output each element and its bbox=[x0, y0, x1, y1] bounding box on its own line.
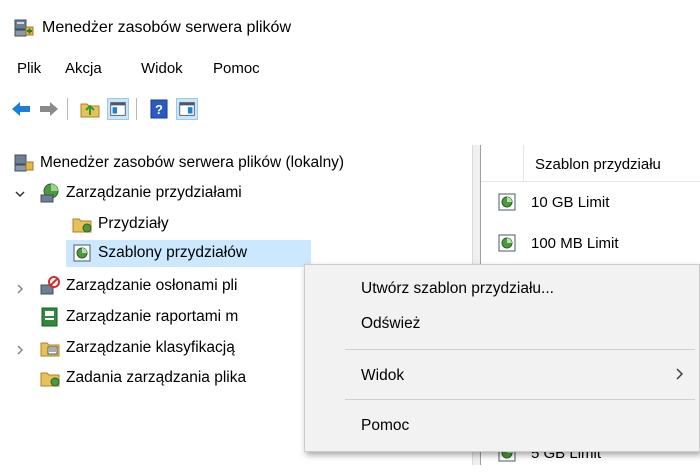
tree-item-label: Zarządzanie klasyfikacją bbox=[66, 339, 235, 356]
column-header-spacer bbox=[481, 145, 524, 181]
help-icon[interactable]: ? bbox=[148, 98, 170, 120]
context-item-label: Utwórz szablon przydziału... bbox=[361, 280, 554, 297]
menu-help[interactable]: Pomoc bbox=[213, 60, 260, 77]
chevron-right-icon[interactable] bbox=[14, 344, 26, 356]
classification-icon bbox=[40, 342, 60, 357]
tree-item-label: Zadania zarządzania plika bbox=[66, 369, 247, 386]
forward-arrow-icon[interactable] bbox=[38, 98, 60, 120]
menu-file[interactable]: Plik bbox=[17, 60, 41, 77]
list-item[interactable]: 10 GB Limit bbox=[481, 184, 700, 222]
tree-item-label: Zarządzanie przydziałami bbox=[66, 184, 242, 201]
tree-item-label: Przydziały bbox=[98, 215, 169, 232]
list-item[interactable]: 100 MB Limit bbox=[481, 225, 700, 263]
fsrm-app-icon bbox=[14, 19, 34, 37]
fsrm-server-icon bbox=[14, 154, 34, 172]
chevron-down-icon[interactable] bbox=[14, 188, 26, 200]
list-item-label: 100 MB Limit bbox=[531, 235, 619, 252]
chevron-right-icon bbox=[676, 368, 683, 380]
context-item-view[interactable]: Widok bbox=[305, 359, 700, 393]
tree-item-label: Szablony przydziałów bbox=[98, 244, 248, 261]
context-item-label: Pomoc bbox=[361, 417, 410, 434]
chevron-right-icon[interactable] bbox=[14, 283, 26, 295]
context-item-help[interactable]: Pomoc bbox=[305, 409, 700, 443]
toolbar: ? bbox=[0, 96, 700, 126]
back-arrow-icon[interactable] bbox=[10, 98, 32, 120]
context-item-label: Widok bbox=[361, 367, 405, 384]
tree-item-label: Menedżer zasobów serwera plików (lokalny… bbox=[40, 154, 345, 171]
context-item-create-quota-template[interactable]: Utwórz szablon przydziału... bbox=[305, 272, 700, 306]
context-menu: Utwórz szablon przydziału... Odśwież Wid… bbox=[304, 264, 700, 452]
show-hide-tree-icon[interactable] bbox=[107, 98, 129, 120]
column-header-label: Szablon przydziału bbox=[535, 156, 661, 173]
menu-view[interactable]: Widok bbox=[141, 60, 183, 77]
list-column-header[interactable]: Szablon przydziału bbox=[481, 145, 700, 182]
up-folder-icon[interactable] bbox=[79, 98, 101, 120]
title-bar: Menedżer zasobów serwera plików bbox=[0, 0, 700, 46]
quota-template-icon bbox=[73, 244, 91, 262]
window-title: Menedżer zasobów serwera plików bbox=[42, 19, 291, 36]
quota-folder-icon bbox=[72, 218, 92, 233]
toolbar-separator bbox=[67, 98, 68, 120]
tree-item-label: Zarządzanie osłonami pli bbox=[66, 277, 238, 294]
quota-template-icon bbox=[498, 193, 516, 211]
context-menu-separator bbox=[345, 399, 695, 400]
context-menu-separator bbox=[345, 349, 695, 350]
tree-item-label: Zarządzanie raportami m bbox=[66, 308, 239, 325]
list-item-label: 10 GB Limit bbox=[531, 194, 610, 211]
storage-reports-icon bbox=[41, 307, 58, 327]
svg-text:?: ? bbox=[155, 102, 163, 117]
file-screening-icon bbox=[40, 276, 60, 295]
context-item-label: Odśwież bbox=[361, 315, 421, 332]
file-tasks-folder-icon bbox=[40, 372, 60, 387]
show-hide-action-pane-icon[interactable] bbox=[176, 98, 198, 120]
menu-action[interactable]: Akcja bbox=[65, 60, 102, 77]
quota-template-icon bbox=[498, 234, 516, 252]
context-item-refresh[interactable]: Odśwież bbox=[305, 307, 700, 341]
quota-management-icon bbox=[40, 183, 59, 203]
toolbar-separator bbox=[136, 98, 137, 120]
